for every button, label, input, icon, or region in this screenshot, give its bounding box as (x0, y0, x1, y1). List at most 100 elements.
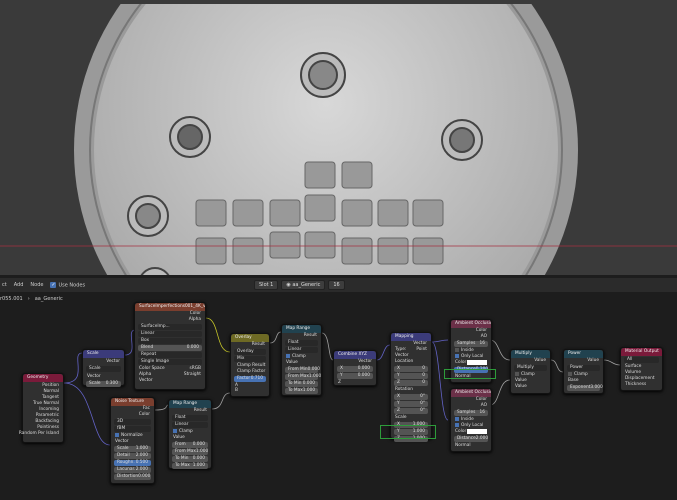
socket-color: Color (138, 412, 150, 417)
socket-result: Result (303, 333, 317, 338)
node-title: Map Range (282, 325, 321, 333)
interpolation-dropdown[interactable]: Linear (285, 347, 318, 353)
rotation-z[interactable]: Z 0° (394, 408, 428, 414)
location-x[interactable]: X0 (394, 366, 428, 372)
material-output-node[interactable]: Material Output All Surface Volume Displ… (620, 347, 663, 391)
color-input[interactable]: Color (451, 429, 491, 435)
location-label: Location (395, 359, 414, 364)
noise-type-dropdown[interactable]: fBM (114, 426, 151, 432)
node-title: Combine XYZ (334, 351, 376, 359)
operation-dropdown[interactable]: Scale (86, 366, 121, 372)
dimensions-dropdown[interactable]: 3D (114, 419, 151, 425)
socket-vector-in: Vector (87, 374, 101, 379)
distance-field[interactable]: Distance 2.000 (454, 436, 488, 442)
x-field[interactable]: X 0.000 (337, 366, 373, 372)
overlay-mix-node[interactable]: Overlay Result Overlay Mix Clamp Result … (230, 333, 270, 397)
node-title: Material Output (621, 348, 662, 356)
to-max-field[interactable]: To Max 1.000 (285, 388, 318, 394)
color-input[interactable]: Color (451, 360, 491, 366)
map-range-node-1[interactable]: Map Range Result Float Linear Clamp Valu… (281, 324, 322, 396)
socket-z: Z (338, 380, 341, 385)
power-node[interactable]: Power Value Power Clamp Base Exponent 3.0… (563, 349, 604, 394)
socket-value-b: Value (515, 384, 527, 389)
from-max-field[interactable]: From Max 1.000 (172, 449, 208, 455)
y-field[interactable]: Y 0.000 (337, 373, 373, 379)
node-title: Map Range (169, 400, 211, 408)
target-dropdown[interactable]: All (624, 357, 659, 363)
lacunarity-field[interactable]: Lacunar. 2.000 (114, 467, 151, 473)
to-min-field[interactable]: To Min 0.000 (172, 456, 208, 462)
roughness-field[interactable]: Roughn. 0.500 (114, 460, 151, 466)
interpolation-dropdown[interactable]: Linear (172, 422, 208, 428)
node-title: Geometry (23, 374, 63, 382)
map-range-node-2[interactable]: Map Range Result Float Linear Clamp Valu… (168, 399, 212, 469)
extension-dropdown[interactable]: Repeat (138, 352, 202, 358)
data-type-dropdown[interactable]: Float (172, 415, 208, 421)
socket-result: Result (193, 408, 207, 413)
node-title: Mapping (391, 333, 431, 341)
location-y[interactable]: Y0 (394, 373, 428, 379)
exponent-field[interactable]: Exponent 3.000 (567, 385, 603, 391)
source-dropdown[interactable]: Single Image (138, 359, 202, 365)
operation-dropdown[interactable]: Multiply (514, 365, 547, 371)
mapping-node[interactable]: Mapping Vector Type: Point Vector Locatio… (390, 332, 432, 442)
geometry-node[interactable]: Geometry Position Normal Tangent True No… (18, 373, 64, 443)
node-title: Multiply (511, 350, 550, 358)
socket-value-out: Value (534, 358, 546, 363)
ambient-occlusion-node-2[interactable]: Ambient Occlusion Color AO Samples16 Ins… (450, 388, 492, 452)
interpolation-dropdown[interactable]: Linear (138, 331, 202, 337)
operation-dropdown[interactable]: Power (567, 365, 600, 371)
scale-node[interactable]: Scale Vector Scale Vector Scale 0.300 (82, 349, 125, 387)
socket-ao: AO (480, 403, 487, 408)
socket-result: Result (251, 342, 265, 347)
socket-position: Position (42, 383, 59, 388)
blend-mode-dropdown[interactable]: Overlay (234, 349, 266, 355)
detail-field[interactable]: Detail 2.000 (114, 453, 151, 459)
to-min-field[interactable]: To Min 0.000 (285, 381, 318, 387)
node-title: Noise Texture (111, 398, 154, 406)
factor-field[interactable]: Factor 0.710 (234, 376, 266, 382)
node-title: Overlay (231, 334, 269, 342)
clamp-factor-checkbox[interactable]: Clamp Factor (231, 369, 269, 375)
from-max-field[interactable]: From Max 1.000 (285, 374, 321, 380)
scale-field[interactable]: Scale 1.000 (114, 446, 151, 452)
socket-b: B (235, 388, 238, 393)
node-links (63, 317, 621, 446)
samples-field[interactable]: Samples 16 (454, 410, 488, 416)
from-min-field[interactable]: From Min 0.000 (285, 367, 320, 373)
data-type-dropdown[interactable]: Float (285, 340, 318, 346)
socket-normal: Normal (455, 443, 471, 448)
socket-value: Value (173, 435, 185, 440)
socket-vector-out: Vector (358, 359, 372, 364)
rotation-x[interactable]: X 0° (394, 394, 428, 400)
socket-random-island: Random Per Island (18, 431, 59, 436)
highlight-box (380, 425, 436, 439)
socket-vector-out: Vector (106, 359, 120, 364)
node-title: Ambient Occlusion (451, 320, 491, 328)
rotation-label: Rotation (395, 387, 413, 392)
node-title: Power (564, 350, 603, 358)
scale-label: Scale (395, 415, 407, 420)
highlight-box (444, 369, 496, 379)
blend-field[interactable]: Blend 0.000 (138, 345, 202, 351)
samples-field[interactable]: Samples 16 (454, 341, 488, 347)
location-z[interactable]: Z0 (394, 380, 428, 386)
socket-alpha: Alpha (188, 317, 201, 322)
multiply-node[interactable]: Multiply Value Multiply Clamp Value Valu… (510, 349, 551, 394)
image-selector[interactable]: SurfaceImp... (138, 324, 202, 330)
distortion-field[interactable]: Distortion 0.000 (114, 474, 151, 480)
socket-base: Base (568, 378, 579, 383)
projection-dropdown[interactable]: Box (138, 338, 202, 344)
combine-xyz-node[interactable]: Combine XYZ Vector X 0.000 Y 0.000 Z (333, 350, 377, 386)
socket-vector-in: Vector (139, 378, 153, 383)
image-texture-node[interactable]: SurfaceImperfections001_4K_var1.jpg Colo… (134, 302, 206, 390)
to-max-field[interactable]: To Max 1.000 (172, 463, 208, 469)
node-title: SurfaceImperfections001_4K_var1.jpg (135, 303, 205, 311)
socket-thickness: Thickness (625, 382, 647, 387)
scale-field[interactable]: Scale 0.300 (86, 381, 121, 387)
rotation-y[interactable]: Y 0° (394, 401, 428, 407)
noise-texture-node[interactable]: Noise Texture Fac Color 3D fBM Normalize… (110, 397, 155, 484)
from-min-field[interactable]: From 0.000 (172, 442, 208, 448)
mix-type-dropdown[interactable]: Mix (234, 356, 266, 362)
socket-value-out: Value (587, 358, 599, 363)
